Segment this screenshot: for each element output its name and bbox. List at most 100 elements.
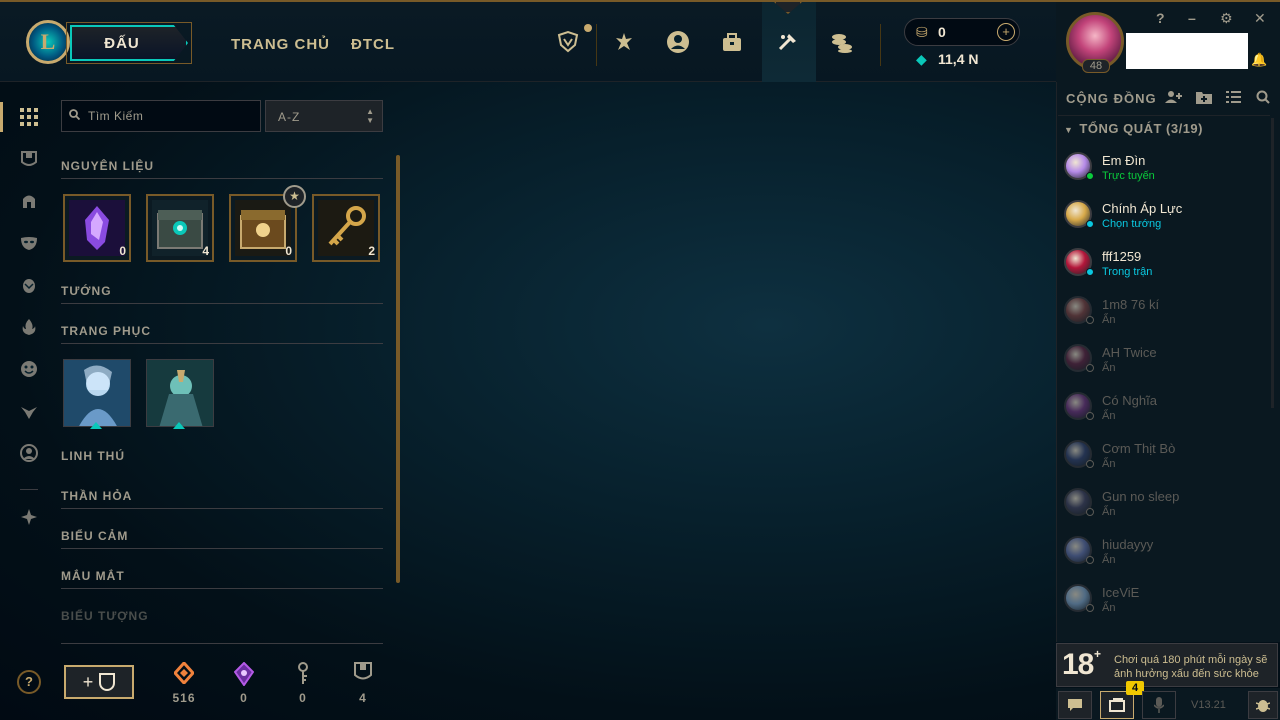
champion-helmet-icon[interactable] <box>18 190 40 212</box>
store-icon[interactable] <box>828 28 856 56</box>
section-companions[interactable]: LINH THÚ <box>61 449 125 463</box>
friend-row[interactable]: fff1259 Trong trận <box>1056 240 1270 288</box>
collection-icon[interactable] <box>718 28 746 56</box>
friend-status: Ẩn <box>1102 458 1116 470</box>
sort-dropdown[interactable]: A-Z ▲ ▼ <box>265 100 383 132</box>
loot-search-field[interactable] <box>61 100 261 132</box>
hextech-chest-art <box>152 200 208 256</box>
friend-status: Ẩn <box>1102 362 1116 374</box>
sort-value: A-Z <box>278 110 301 124</box>
profile-icon-filter-icon[interactable] <box>18 442 40 464</box>
friend-name: fff1259 <box>1102 249 1142 264</box>
list-view-icon[interactable] <box>1226 90 1241 106</box>
key-fragment-icon <box>291 662 315 686</box>
nav-home-link[interactable]: TRANG CHỦ <box>231 36 330 53</box>
friend-row[interactable]: IceViE Ẩn <box>1056 576 1270 624</box>
age-rating-plus: + <box>1094 647 1102 661</box>
add-friend-icon[interactable] <box>1165 90 1183 107</box>
notification-bell-icon[interactable]: 🔔 <box>1251 52 1267 68</box>
craft-key-button[interactable]: + <box>64 665 134 699</box>
rp-value: 0 <box>938 24 946 40</box>
section-icons[interactable]: BIỂU TƯỢNG <box>61 609 149 623</box>
chest-filter-icon[interactable] <box>18 148 40 170</box>
search-icon <box>69 109 81 123</box>
buy-rp-button[interactable]: + <box>997 23 1015 41</box>
profile-icon[interactable] <box>664 28 692 56</box>
loot-item-hextech-chest[interactable]: 4 <box>146 194 214 262</box>
close-button[interactable]: ✕ <box>1254 10 1266 27</box>
event-notification-dot <box>584 24 592 32</box>
nav-divider <box>596 24 597 66</box>
all-loot-grid-icon[interactable] <box>18 106 40 128</box>
friend-row[interactable]: Có Nghĩa Ẩn <box>1056 384 1270 432</box>
section-divider <box>61 588 383 589</box>
friend-row[interactable]: AH Twice Ẩn <box>1056 336 1270 384</box>
tft-pass-icon[interactable] <box>610 28 638 56</box>
section-champions[interactable]: TƯỚNG <box>61 284 112 298</box>
ward-flame-icon[interactable] <box>18 316 40 338</box>
settings-gear-icon[interactable]: ⚙ <box>1220 10 1233 27</box>
eye-color-icon[interactable] <box>18 400 40 422</box>
friend-status: Chọn tướng <box>1102 218 1162 230</box>
nav-tft-link[interactable]: ĐTCL <box>351 36 395 53</box>
section-skins[interactable]: TRANG PHỤC <box>61 324 151 338</box>
play-button[interactable]: ĐẤU <box>70 25 188 61</box>
section-emotes[interactable]: BIỂU CẢM <box>61 529 128 543</box>
companion-egg-icon[interactable] <box>18 274 40 296</box>
friend-row[interactable]: Em Đìn Trực tuyến <box>1056 144 1270 192</box>
help-window-button[interactable]: ? <box>1156 10 1165 26</box>
rarity-triangle-icon <box>90 422 102 429</box>
summoner-name-box[interactable] <box>1126 33 1248 69</box>
social-title: CỘNG ĐỒNG <box>1066 91 1157 106</box>
friend-row[interactable]: Cơm Thịt Bò Ẩn <box>1056 432 1270 480</box>
tft-filter-icon[interactable] <box>18 506 40 528</box>
loot-scrollbar[interactable] <box>396 155 400 583</box>
chevron-down-icon: ▼ <box>1064 125 1074 135</box>
friend-row[interactable]: Chính Áp Lực Chọn tướng <box>1056 192 1270 240</box>
friend-status: Ẩn <box>1102 314 1116 326</box>
friend-name: Gun no sleep <box>1102 489 1180 504</box>
loot-item-mythic-essence[interactable]: 0 <box>63 194 131 262</box>
loot-item-skin-shard[interactable] <box>63 359 131 427</box>
friend-row[interactable]: Gun no sleep Ẩn <box>1056 480 1270 528</box>
league-logo-icon[interactable]: L <box>26 20 70 64</box>
loot-item-hextech-key[interactable]: 2 <box>312 194 380 262</box>
skin-shard-art <box>147 360 213 426</box>
worlds-event-icon[interactable] <box>554 28 582 56</box>
friend-name: AH Twice <box>1102 345 1157 360</box>
add-folder-icon[interactable] <box>1196 90 1212 107</box>
skin-mask-icon[interactable] <box>18 232 40 254</box>
minimize-button[interactable]: – <box>1188 10 1196 26</box>
friend-status: Ẩn <box>1102 506 1116 518</box>
search-friends-icon[interactable] <box>1256 90 1270 107</box>
nav-divider <box>880 24 881 66</box>
section-ward-skins[interactable]: THẦN HỎA <box>61 489 132 503</box>
friend-status: Ẩn <box>1102 602 1116 614</box>
friend-row[interactable]: 1m8 76 kí Ẩn <box>1056 288 1270 336</box>
client-version: V13.21 <box>1191 699 1226 711</box>
section-materials[interactable]: NGUYÊN LIỆU <box>61 159 154 173</box>
chat-icon[interactable] <box>1058 691 1092 719</box>
notifications-button[interactable] <box>1100 691 1134 719</box>
section-divider <box>61 548 383 549</box>
section-eye-colors[interactable]: MẮU MẮT <box>61 569 125 583</box>
rarity-triangle-icon <box>173 422 185 429</box>
mythic-essence-art <box>69 200 125 256</box>
friend-status: Ẩn <box>1102 410 1116 422</box>
loot-search-input[interactable] <box>88 107 254 125</box>
loot-icon[interactable] <box>774 28 802 56</box>
key-fragment-value: 0 <box>299 691 307 705</box>
hextech-key-art <box>318 200 374 256</box>
mythic-essence-value: 0 <box>240 691 248 705</box>
friend-group-header[interactable]: ▼ TỔNG QUÁT (3/19) <box>1064 121 1203 136</box>
friend-name: 1m8 76 kí <box>1102 297 1160 312</box>
friend-row[interactable]: hiudayyy Ẩn <box>1056 528 1270 576</box>
help-icon[interactable]: ? <box>17 670 41 694</box>
friend-name: IceViE <box>1102 585 1140 600</box>
status-dot <box>1086 220 1094 228</box>
loot-item-skin-shard[interactable] <box>146 359 214 427</box>
bug-report-icon[interactable] <box>1248 691 1278 719</box>
emote-face-icon[interactable] <box>18 358 40 380</box>
social-scrollbar[interactable] <box>1271 118 1274 408</box>
microphone-icon[interactable] <box>1142 691 1176 719</box>
